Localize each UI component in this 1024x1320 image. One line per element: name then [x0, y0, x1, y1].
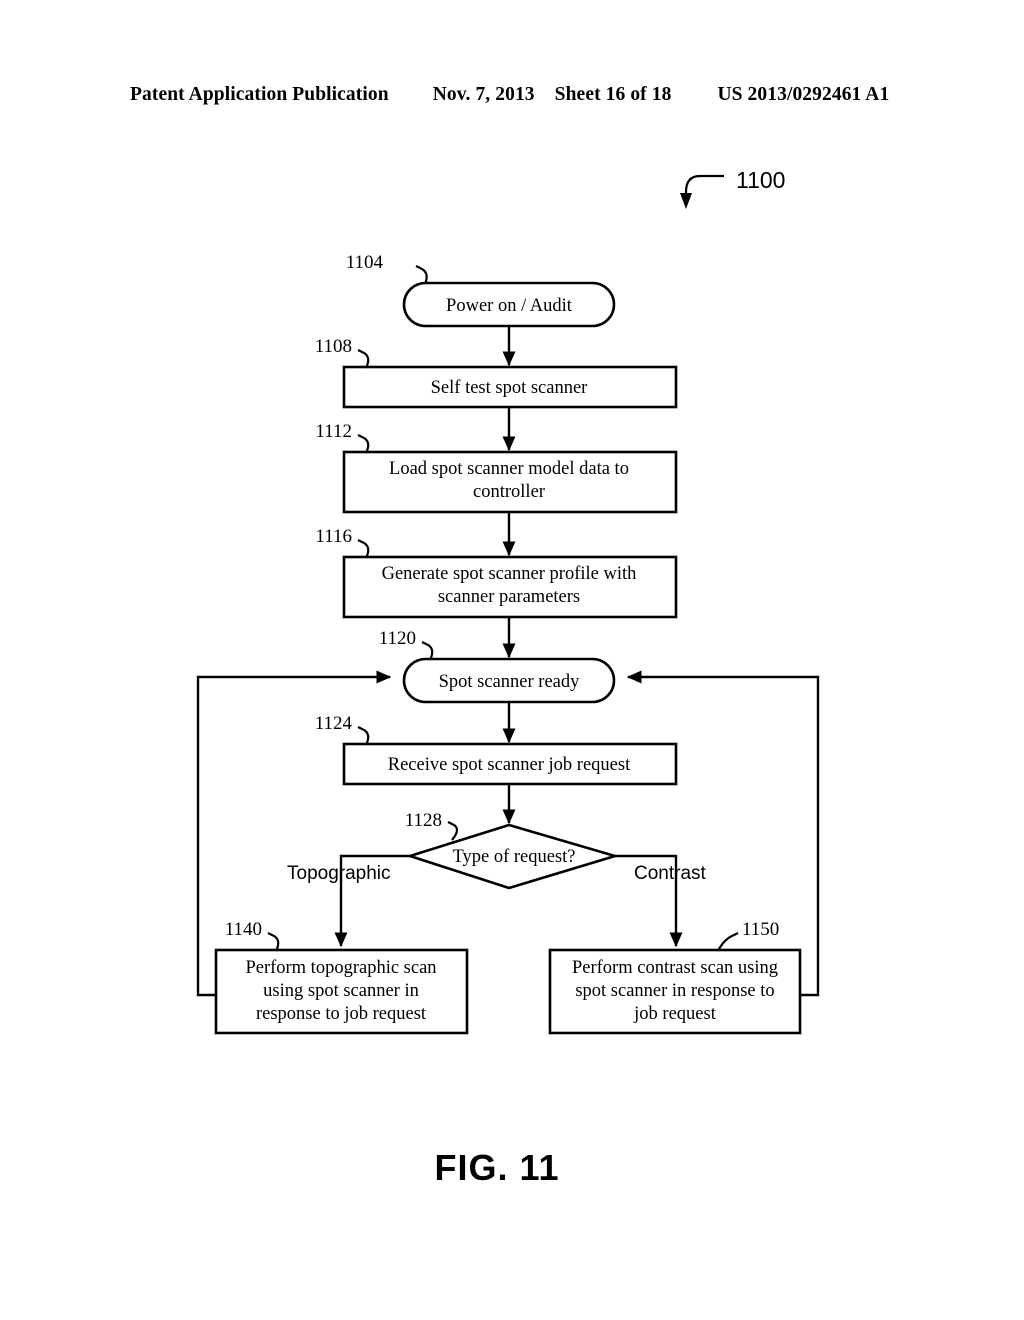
node-1124-label: Receive spot scanner job request: [388, 755, 631, 775]
node-1116-generate-profile: Generate spot scanner profile with scann…: [315, 526, 678, 619]
node-1104-label: Power on / Audit: [446, 296, 573, 316]
branch-label-topographic: Topographic: [287, 863, 391, 884]
node-1150-label-line-3: job request: [633, 1004, 717, 1024]
node-1108-ref: 1108: [315, 336, 352, 357]
node-1124-ref: 1124: [315, 713, 353, 734]
node-1112-label-line-1: Load spot scanner model data to: [389, 459, 629, 479]
node-1112-ref: 1112: [315, 421, 352, 442]
node-1128-ref: 1128: [405, 810, 442, 831]
node-1116-label-line-1: Generate spot scanner profile with: [382, 564, 637, 584]
node-1116-ref: 1116: [315, 526, 352, 547]
figure-11-flowchart: 1100 Power on / Audit 1104 Self test spo…: [0, 0, 1024, 1320]
branch-label-contrast: Contrast: [634, 863, 707, 884]
node-1120-spot-scanner-ready: Spot scanner ready 1120: [379, 628, 616, 704]
node-1150-ref: 1150: [742, 919, 779, 940]
node-1120-label: Spot scanner ready: [439, 672, 581, 692]
node-1116-label-line-2: scanner parameters: [438, 587, 580, 607]
node-1140-label-line-3: response to job request: [256, 1004, 427, 1024]
node-1108-self-test-spot-scanner: Self test spot scanner 1108: [315, 336, 678, 409]
node-1112-load-model-data: Load spot scanner model data to controll…: [315, 421, 678, 514]
diagram-reference-1100: 1100: [680, 167, 785, 209]
flowchart-svg: 1100 Power on / Audit 1104 Self test spo…: [196, 167, 820, 1188]
connector-1140-to-1120-feedback: [196, 670, 392, 997]
node-1140-label-line-1: Perform topographic scan: [245, 958, 436, 978]
figure-caption: FIG. 11: [434, 1147, 559, 1188]
node-1120-ref: 1120: [379, 628, 416, 649]
node-1112-label-line-2: controller: [473, 482, 545, 502]
node-1128-label: Type of request?: [452, 847, 575, 867]
node-1108-label: Self test spot scanner: [431, 378, 588, 398]
node-1104-power-on-audit: Power on / Audit 1104: [346, 252, 616, 328]
node-1124-receive-job-request: Receive spot scanner job request 1124: [315, 713, 678, 786]
node-1150-label-line-1: Perform contrast scan using: [572, 958, 778, 978]
node-1140-ref: 1140: [225, 919, 262, 940]
node-1104-ref: 1104: [346, 252, 384, 273]
node-1150-label-line-2: spot scanner in response to: [575, 981, 774, 1001]
node-1140-label-line-2: using spot scanner in: [263, 981, 419, 1001]
diagram-reference-label: 1100: [736, 167, 785, 193]
connector-1150-to-1120-feedback: [626, 670, 820, 997]
